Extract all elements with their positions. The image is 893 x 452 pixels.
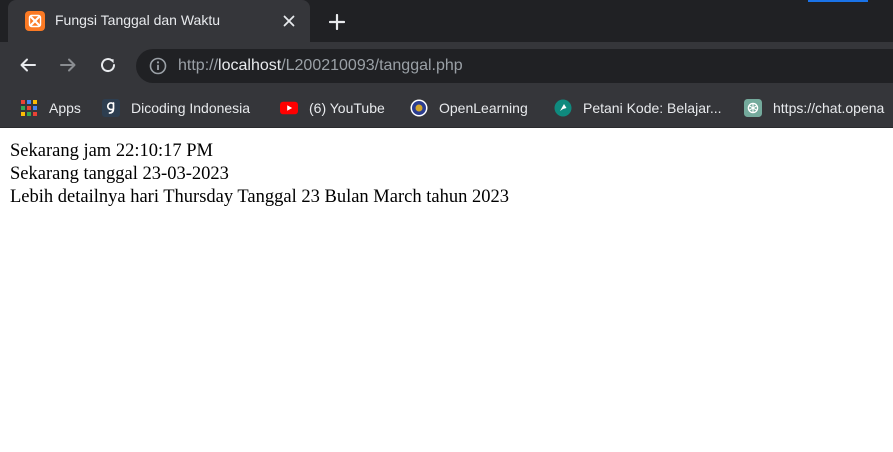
address-bar[interactable]: http://localhost/L200210093/tanggal.php bbox=[136, 49, 893, 83]
bookmark-youtube[interactable]: (6) YouTube bbox=[280, 97, 385, 119]
toolbar: http://localhost/L200210093/tanggal.php bbox=[0, 42, 893, 89]
url-text[interactable]: http://localhost/L200210093/tanggal.php bbox=[178, 57, 463, 75]
petanikode-icon bbox=[554, 99, 572, 117]
bookmark-openlearning[interactable]: OpenLearning bbox=[410, 97, 528, 119]
forward-icon[interactable] bbox=[54, 51, 82, 79]
bookmark-apps[interactable]: Apps bbox=[20, 97, 81, 119]
current-date-line: Sekarang tanggal 23-03-2023 bbox=[10, 164, 229, 184]
close-icon[interactable] bbox=[279, 11, 299, 31]
tab-strip: Fungsi Tanggal dan Waktu bbox=[0, 0, 893, 42]
back-icon[interactable] bbox=[14, 51, 42, 79]
bookmark-label: Dicoding Indonesia bbox=[131, 100, 251, 116]
bookmark-label: OpenLearning bbox=[439, 100, 528, 116]
reload-icon[interactable] bbox=[94, 51, 122, 79]
page-content: Sekarang jam 22:10:17 PM Sekarang tangga… bbox=[10, 140, 509, 209]
bookmark-label: (6) YouTube bbox=[309, 100, 385, 116]
bookmark-label: Apps bbox=[49, 100, 81, 116]
bookmark-label: https://chat.opena bbox=[773, 100, 885, 116]
page-viewport: Sekarang jam 22:10:17 PM Sekarang tangga… bbox=[0, 128, 893, 452]
apps-grid-icon bbox=[20, 99, 38, 117]
bookmark-label: Petani Kode: Belajar... bbox=[583, 100, 722, 116]
dicoding-icon bbox=[102, 99, 120, 117]
openlearning-icon bbox=[410, 99, 428, 117]
bookmark-chatgpt[interactable]: https://chat.opena bbox=[744, 97, 884, 119]
window-accent-bar bbox=[808, 0, 868, 2]
date-detail-line: Lebih detailnya hari Thursday Tanggal 23… bbox=[10, 187, 509, 207]
url-path: /L200210093/tanggal.php bbox=[281, 57, 463, 74]
xampp-icon bbox=[25, 11, 45, 31]
url-host: localhost bbox=[218, 57, 282, 74]
youtube-icon bbox=[280, 99, 298, 117]
tab-active[interactable]: Fungsi Tanggal dan Waktu bbox=[8, 0, 310, 42]
current-time-line: Sekarang jam 22:10:17 PM bbox=[10, 141, 213, 161]
new-tab-icon[interactable] bbox=[324, 9, 350, 35]
bookmark-dicoding[interactable]: Dicoding Indonesia bbox=[102, 97, 250, 119]
browser-window: Fungsi Tanggal dan Waktu http://localhos… bbox=[0, 0, 893, 452]
chatgpt-icon bbox=[744, 99, 762, 117]
bookmarks-bar: Apps Dicoding Indonesia (6) YouTube Open… bbox=[0, 89, 893, 128]
url-scheme: http:// bbox=[178, 57, 219, 74]
bookmark-petanikode[interactable]: Petani Kode: Belajar... bbox=[554, 97, 722, 119]
info-icon[interactable] bbox=[149, 57, 167, 75]
tab-title: Fungsi Tanggal dan Waktu bbox=[55, 12, 220, 28]
